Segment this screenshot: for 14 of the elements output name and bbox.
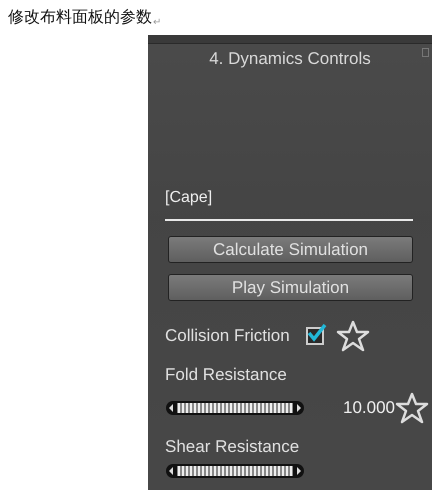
control-label: Collision Friction bbox=[165, 326, 290, 346]
object-name: [Cape] bbox=[165, 189, 214, 207]
panel-title: 4. Dynamics Controls bbox=[209, 49, 371, 69]
value-reading: 10.000 bbox=[343, 398, 395, 418]
paragraph-mark: ↵ bbox=[153, 17, 162, 28]
control-label: Fold Resistance bbox=[165, 365, 287, 385]
star-icon[interactable] bbox=[395, 391, 429, 425]
jog-wheel[interactable] bbox=[165, 400, 305, 416]
star-icon[interactable] bbox=[336, 319, 370, 353]
simulation-button[interactable]: Calculate Simulation bbox=[168, 236, 413, 263]
control-label: Shear Resistance bbox=[165, 437, 300, 457]
document-heading: 修改布料面板的参数 bbox=[8, 7, 152, 28]
jog-wheel[interactable] bbox=[165, 463, 305, 479]
simulation-button[interactable]: Play Simulation bbox=[168, 274, 413, 301]
